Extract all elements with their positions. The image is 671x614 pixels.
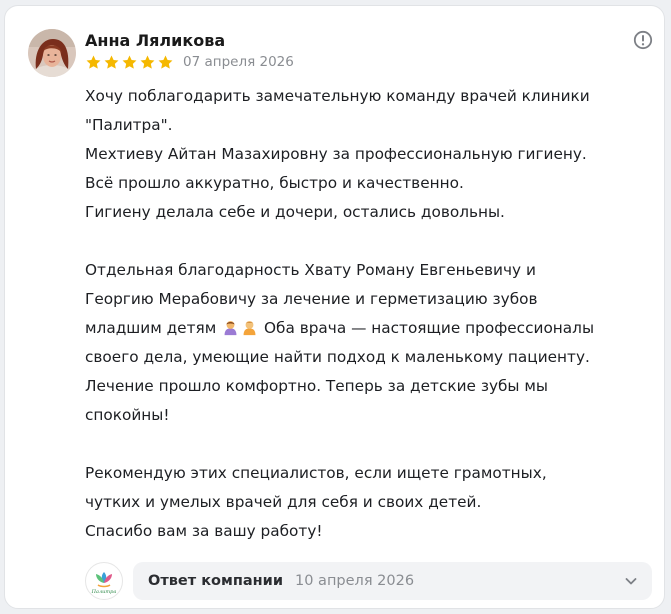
review-line: своего дела, умеющие найти подход к мале… (85, 348, 590, 366)
review-card: Анна Ляликова 07 апреля 2026 Хочу поблаг… (4, 5, 665, 609)
author-name[interactable]: Анна Ляликова (85, 31, 225, 50)
company-logo[interactable]: Палитра (85, 562, 123, 600)
review-line-part: Оба врача — настоящие профессионалы (264, 319, 595, 337)
review-line: Гигиену делала себе и дочери, остались д… (85, 203, 505, 221)
review-line-part: младшим детям (85, 319, 217, 337)
review-text: Хочу поблагодарить замечательную команду… (85, 82, 655, 546)
company-logo-text: Палитра (91, 589, 117, 595)
review-line-with-emoji: младшим детям Оба врача — настоящие проф… (85, 314, 655, 343)
review-line: спокойны! (85, 406, 170, 424)
company-reply-date: 10 апреля 2026 (295, 573, 415, 589)
review-line: "Палитра". (85, 116, 173, 134)
review-line: Хочу поблагодарить замечательную команду… (85, 87, 590, 105)
rating-stars (85, 54, 174, 71)
review-line: Отдельная благодарность Хвату Роману Евг… (85, 261, 536, 279)
star-icon (104, 55, 119, 69)
star-icon (140, 55, 155, 69)
review-line: чутких и умелых врачей для себя и своих … (85, 493, 482, 511)
avatar[interactable] (28, 29, 76, 77)
star-icon (122, 55, 137, 69)
star-icon (158, 55, 173, 69)
review-line: Георгию Мерабовичу за лечение и герметиз… (85, 290, 538, 308)
review-line: Рекомендую этих специалистов, если ищете… (85, 464, 547, 482)
company-reply-toggle[interactable]: Ответ компании 10 апреля 2026 (133, 562, 652, 600)
review-line: Лечение прошло комфортно. Теперь за детс… (85, 377, 548, 395)
company-reply-label: Ответ компании (148, 573, 283, 589)
review-line: Мехтиеву Айтан Мазахировну за профессион… (85, 145, 587, 163)
baby-emoji-icon (243, 321, 256, 336)
review-line: Всё прошло аккуратно, быстро и качествен… (85, 174, 464, 192)
info-circle-icon[interactable] (633, 30, 653, 50)
review-line: Спасибо вам за вашу работу! (85, 522, 323, 540)
chevron-down-icon[interactable] (624, 574, 638, 588)
review-date: 07 апреля 2026 (183, 54, 294, 70)
child-emoji-icon (224, 321, 237, 336)
star-icon (86, 55, 101, 69)
